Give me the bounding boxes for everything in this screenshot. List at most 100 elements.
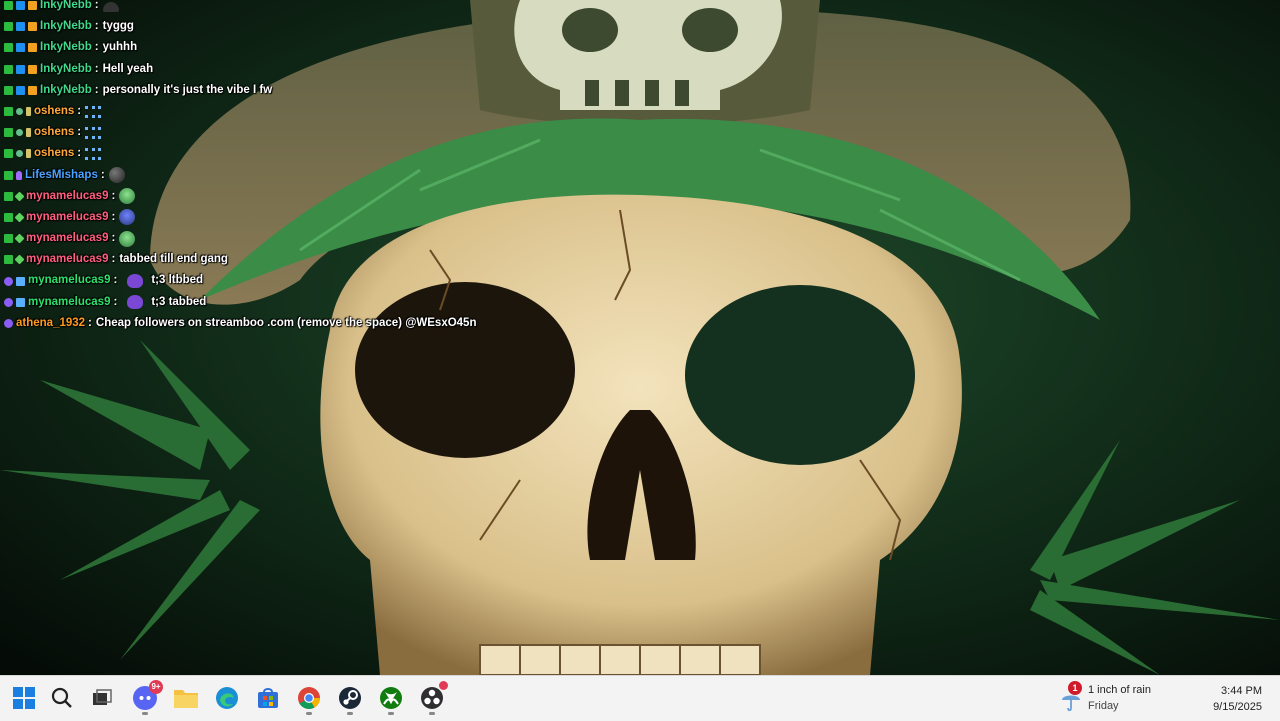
chat-separator: : (113, 274, 118, 287)
xbox-icon (379, 686, 403, 710)
chat-text: Cheap followers on streamboo .com (remov… (95, 316, 477, 329)
chat-username: mynamelucas9 (28, 274, 111, 287)
heart-emote-icon (127, 274, 144, 289)
mod-badge-icon (4, 149, 13, 159)
chat-message: InkyNebb: tyggg (4, 16, 704, 37)
chat-separator: : (77, 104, 82, 117)
vip-badge-icon (16, 1, 25, 11)
taskbar-file-explorer-button[interactable] (170, 682, 202, 714)
sprout-badge-icon (26, 107, 31, 117)
weather-alert-count: 1 (1068, 681, 1082, 695)
twin-badge-icon (16, 276, 25, 286)
chat-message: mynamelucas9: (4, 207, 704, 228)
shield-badge-icon (16, 108, 23, 116)
vip-badge-icon (16, 85, 25, 95)
leaf-badge-icon (14, 212, 25, 223)
chat-separator: : (77, 126, 82, 139)
taskbar-task-view-button[interactable] (86, 682, 118, 714)
chat-message: oshens: (4, 101, 704, 122)
weather-widget[interactable]: 1 1 inch of rain Friday (1060, 681, 1180, 716)
windows-logo-icon (13, 687, 35, 709)
chat-text: personally it's just the vibe I fw (102, 83, 273, 96)
chat-separator: : (94, 41, 99, 54)
running-indicator (142, 712, 148, 715)
chat-username: InkyNebb (40, 83, 92, 96)
vip-badge-icon (16, 43, 25, 53)
chat-separator: : (100, 168, 105, 181)
taskbar-obs-button[interactable] (416, 681, 448, 715)
chat-separator: : (94, 62, 99, 75)
chat-username: InkyNebb (40, 20, 92, 33)
chat-separator: : (111, 232, 116, 245)
sub-badge-icon (28, 43, 37, 53)
obs-icon (420, 686, 444, 710)
mod-badge-icon (4, 170, 13, 180)
twin-badge-icon (16, 297, 25, 307)
chat-text: t;3 ltbbed (151, 274, 204, 287)
chat-message: LifesMishaps: (4, 165, 704, 186)
edge-icon (215, 686, 239, 710)
system-clock[interactable]: 3:44 PM 9/15/2025 (1213, 683, 1262, 715)
chat-message: InkyNebb: personally it's just the vibe I… (4, 80, 704, 101)
sprout-badge-icon (26, 128, 31, 138)
weather-summary: 1 inch of rain (1088, 684, 1151, 696)
taskbar-chrome-button[interactable] (293, 682, 325, 715)
chat-message: mynamelucas9: tabbed till end gang (4, 249, 704, 270)
chat-message: athena_1932: Cheap followers on streamboo… (4, 313, 704, 334)
heart-emote-icon (127, 295, 144, 310)
chat-message: InkyNebb: (4, 0, 704, 16)
chat-text: tabbed till end gang (119, 253, 228, 266)
running-indicator (429, 712, 435, 715)
wave-emote-icon (85, 126, 102, 139)
chat-username: InkyNebb (40, 41, 92, 54)
sub-badge-icon (28, 1, 37, 11)
bits-badge-icon (4, 276, 13, 286)
bits-badge-icon (4, 297, 13, 307)
mod-badge-icon (4, 1, 13, 11)
taskbar-xbox-button[interactable] (375, 682, 407, 715)
chat-separator: : (94, 20, 99, 33)
chat-message: mynamelucas9: (4, 186, 704, 207)
chat-message: mynamelucas9: t;3 tabbed (4, 292, 704, 313)
taskbar-search-button[interactable] (46, 682, 78, 714)
chat-message: InkyNebb: Hell yeah (4, 59, 704, 80)
leaf-badge-icon (14, 254, 25, 265)
chat-separator: : (111, 210, 116, 223)
mod-badge-icon (4, 85, 13, 95)
chat-separator: : (94, 0, 99, 11)
taskbar-start-button[interactable] (8, 682, 40, 714)
chat-username: mynamelucas9 (26, 253, 109, 266)
search-icon (51, 687, 73, 709)
chat-username: athena_1932 (16, 316, 86, 329)
frog-emote-icon (119, 230, 136, 247)
taskbar-store-button[interactable] (252, 682, 284, 714)
mod-badge-icon (4, 212, 13, 222)
chat-separator: : (113, 295, 118, 308)
chat-username: mynamelucas9 (28, 295, 111, 308)
bits-badge-icon (4, 318, 13, 328)
chrome-icon (297, 686, 321, 710)
folder-icon (173, 687, 199, 709)
face-emote-icon (119, 209, 136, 226)
chat-username: InkyNebb (40, 0, 92, 11)
taskbar-discord-button[interactable]: 9+ (129, 680, 163, 715)
shield-badge-icon (16, 150, 23, 158)
sprout-badge-icon (26, 149, 31, 159)
mod-badge-icon (4, 64, 13, 74)
chat-username: LifesMishaps (25, 168, 98, 181)
chat-separator: : (88, 316, 92, 329)
chat-message: oshens: (4, 143, 704, 164)
chat-username: oshens (34, 147, 75, 160)
taskbar-steam-button[interactable] (334, 682, 366, 715)
shoe-emote-icon (102, 2, 119, 13)
store-icon (256, 686, 280, 710)
shield-badge-icon (16, 129, 23, 137)
chat-message: InkyNebb: yuhhh (4, 37, 704, 58)
chat-message: mynamelucas9: t;3 ltbbed (4, 270, 704, 291)
taskbar-edge-button[interactable] (211, 682, 243, 714)
chat-username: mynamelucas9 (26, 232, 109, 245)
clock-date: 9/15/2025 (1213, 701, 1262, 713)
sub-badge-icon (28, 22, 37, 32)
ball-emote-icon (108, 167, 125, 184)
chat-message: mynamelucas9: (4, 228, 704, 249)
